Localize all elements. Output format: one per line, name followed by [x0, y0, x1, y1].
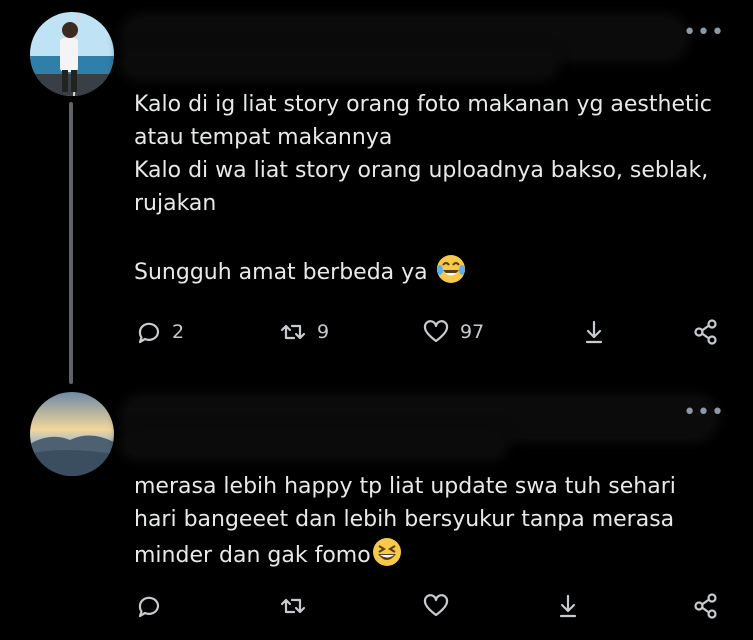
share-icon: [694, 593, 717, 619]
like-count: 97: [460, 321, 485, 343]
tweet-text: merasa lebih happy tp liat update swa tu…: [134, 470, 734, 572]
more-options-icon[interactable]: •••: [683, 402, 725, 424]
reply-count: 2: [172, 321, 185, 343]
avatar-photo: [30, 392, 114, 476]
retweet-button[interactable]: 9: [279, 318, 329, 346]
download-button[interactable]: [580, 318, 608, 346]
heart-icon: [423, 594, 449, 617]
reply-button[interactable]: [134, 592, 172, 620]
grinning-squinting-emoji-icon: [372, 538, 401, 566]
retweet-icon: [280, 598, 306, 614]
tweet-actions: 2 9 97: [134, 318, 724, 358]
like-button[interactable]: [422, 592, 460, 620]
tears-of-joy-emoji-icon: [436, 255, 465, 283]
like-button[interactable]: 97: [422, 318, 484, 346]
text-line: Sungguh amat berbeda ya: [134, 260, 428, 285]
text-line: hari bangeeet dan lebih bersyukur tanpa …: [134, 507, 675, 532]
retweet-count: 9: [317, 321, 330, 343]
share-button[interactable]: [692, 318, 720, 346]
download-button[interactable]: [554, 592, 582, 620]
redacted-handle: [124, 430, 504, 456]
download-icon: [559, 594, 577, 618]
tweet-2[interactable]: ••• merasa lebih happy tp liat update sw…: [0, 0, 753, 619]
share-button[interactable]: [692, 592, 720, 620]
retweet-button[interactable]: [279, 592, 317, 620]
tweet-actions: [134, 592, 724, 632]
reply-icon: [138, 322, 160, 344]
retweet-icon: [280, 324, 306, 340]
text-line: merasa lebih happy tp liat update swa tu…: [134, 474, 676, 499]
reply-button[interactable]: 2: [134, 318, 184, 346]
download-icon: [585, 320, 603, 344]
share-icon: [694, 319, 717, 345]
avatar[interactable]: [30, 392, 114, 476]
reply-icon: [138, 596, 160, 618]
text-line: minder dan gak fomo: [134, 543, 371, 568]
heart-icon: [423, 320, 449, 343]
